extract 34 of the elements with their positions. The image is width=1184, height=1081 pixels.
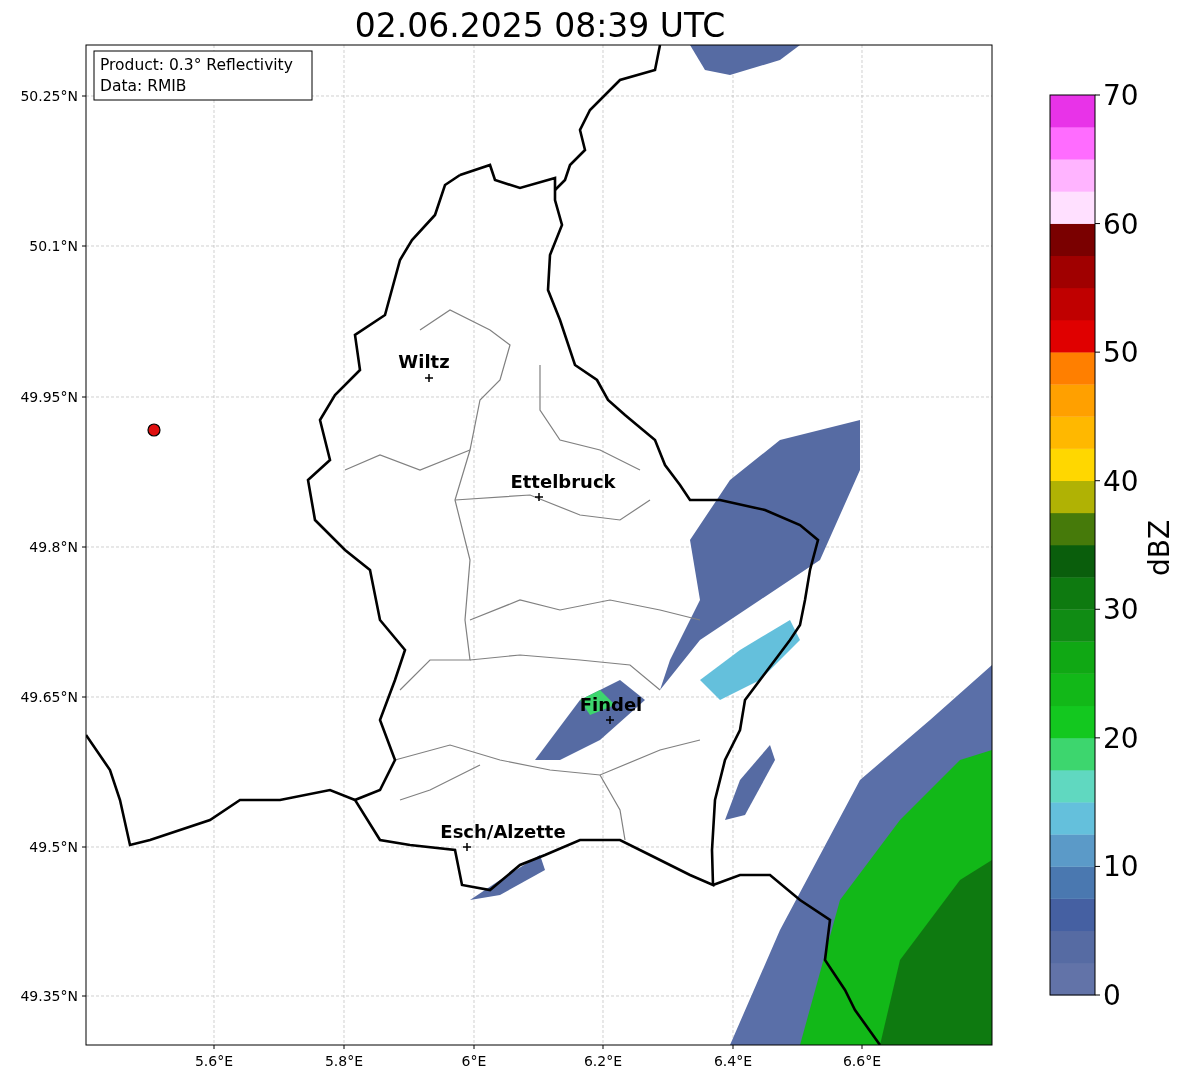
city-label: Findel <box>579 694 643 715</box>
city-label: Esch/Alzette <box>440 821 566 842</box>
info-text: Data: RMIB <box>100 77 187 95</box>
colorbar-tick-label: 0 <box>1103 979 1121 1012</box>
city-label: Wiltz <box>398 351 450 372</box>
axis-tick-label: 49.8°N <box>29 539 78 555</box>
colorbar-tick-label: 20 <box>1103 721 1139 755</box>
colorbar-tick-label: 50 <box>1103 336 1139 370</box>
axis-tick-label: 49.5°N <box>29 839 78 855</box>
axis-tick-label: 49.65°N <box>20 689 78 705</box>
chart-title: 02.06.2025 08:39 UTC <box>354 6 726 45</box>
axis-tick-label: 6.6°E <box>842 1053 882 1069</box>
city-marker-icon <box>462 842 472 852</box>
city-marker-icon <box>534 492 544 502</box>
colorbar-label: dBZ <box>1143 519 1176 577</box>
axis-tick-label: 50.25°N <box>20 88 78 104</box>
axis-tick-label: 49.95°N <box>20 389 78 405</box>
colorbar-tick-label: 60 <box>1103 207 1139 241</box>
colorbar-tick-label: 70 <box>1103 79 1139 112</box>
axis-tick-label: 6.4°E <box>713 1053 753 1069</box>
city-marker-icon <box>605 715 615 725</box>
info-text: Product: 0.3° Reflectivity <box>100 56 293 74</box>
city-label: Ettelbruck <box>510 471 616 492</box>
colorbar-tick-label: 10 <box>1103 850 1139 884</box>
axis-tick-label: 5.8°E <box>324 1053 364 1069</box>
city-marker-icon <box>424 373 434 383</box>
axis-tick-label: 50.1°N <box>29 238 78 254</box>
axis-tick-label: 6.2°E <box>583 1053 623 1069</box>
colorbar-tick-label: 40 <box>1103 464 1139 498</box>
radar-site-icon <box>147 423 161 437</box>
axis-tick-label: 5.6°E <box>194 1053 234 1069</box>
axis-tick-label: 49.35°N <box>20 988 78 1004</box>
colorbar-tick-label: 30 <box>1103 593 1139 627</box>
axis-tick-label: 6°E <box>461 1053 487 1069</box>
